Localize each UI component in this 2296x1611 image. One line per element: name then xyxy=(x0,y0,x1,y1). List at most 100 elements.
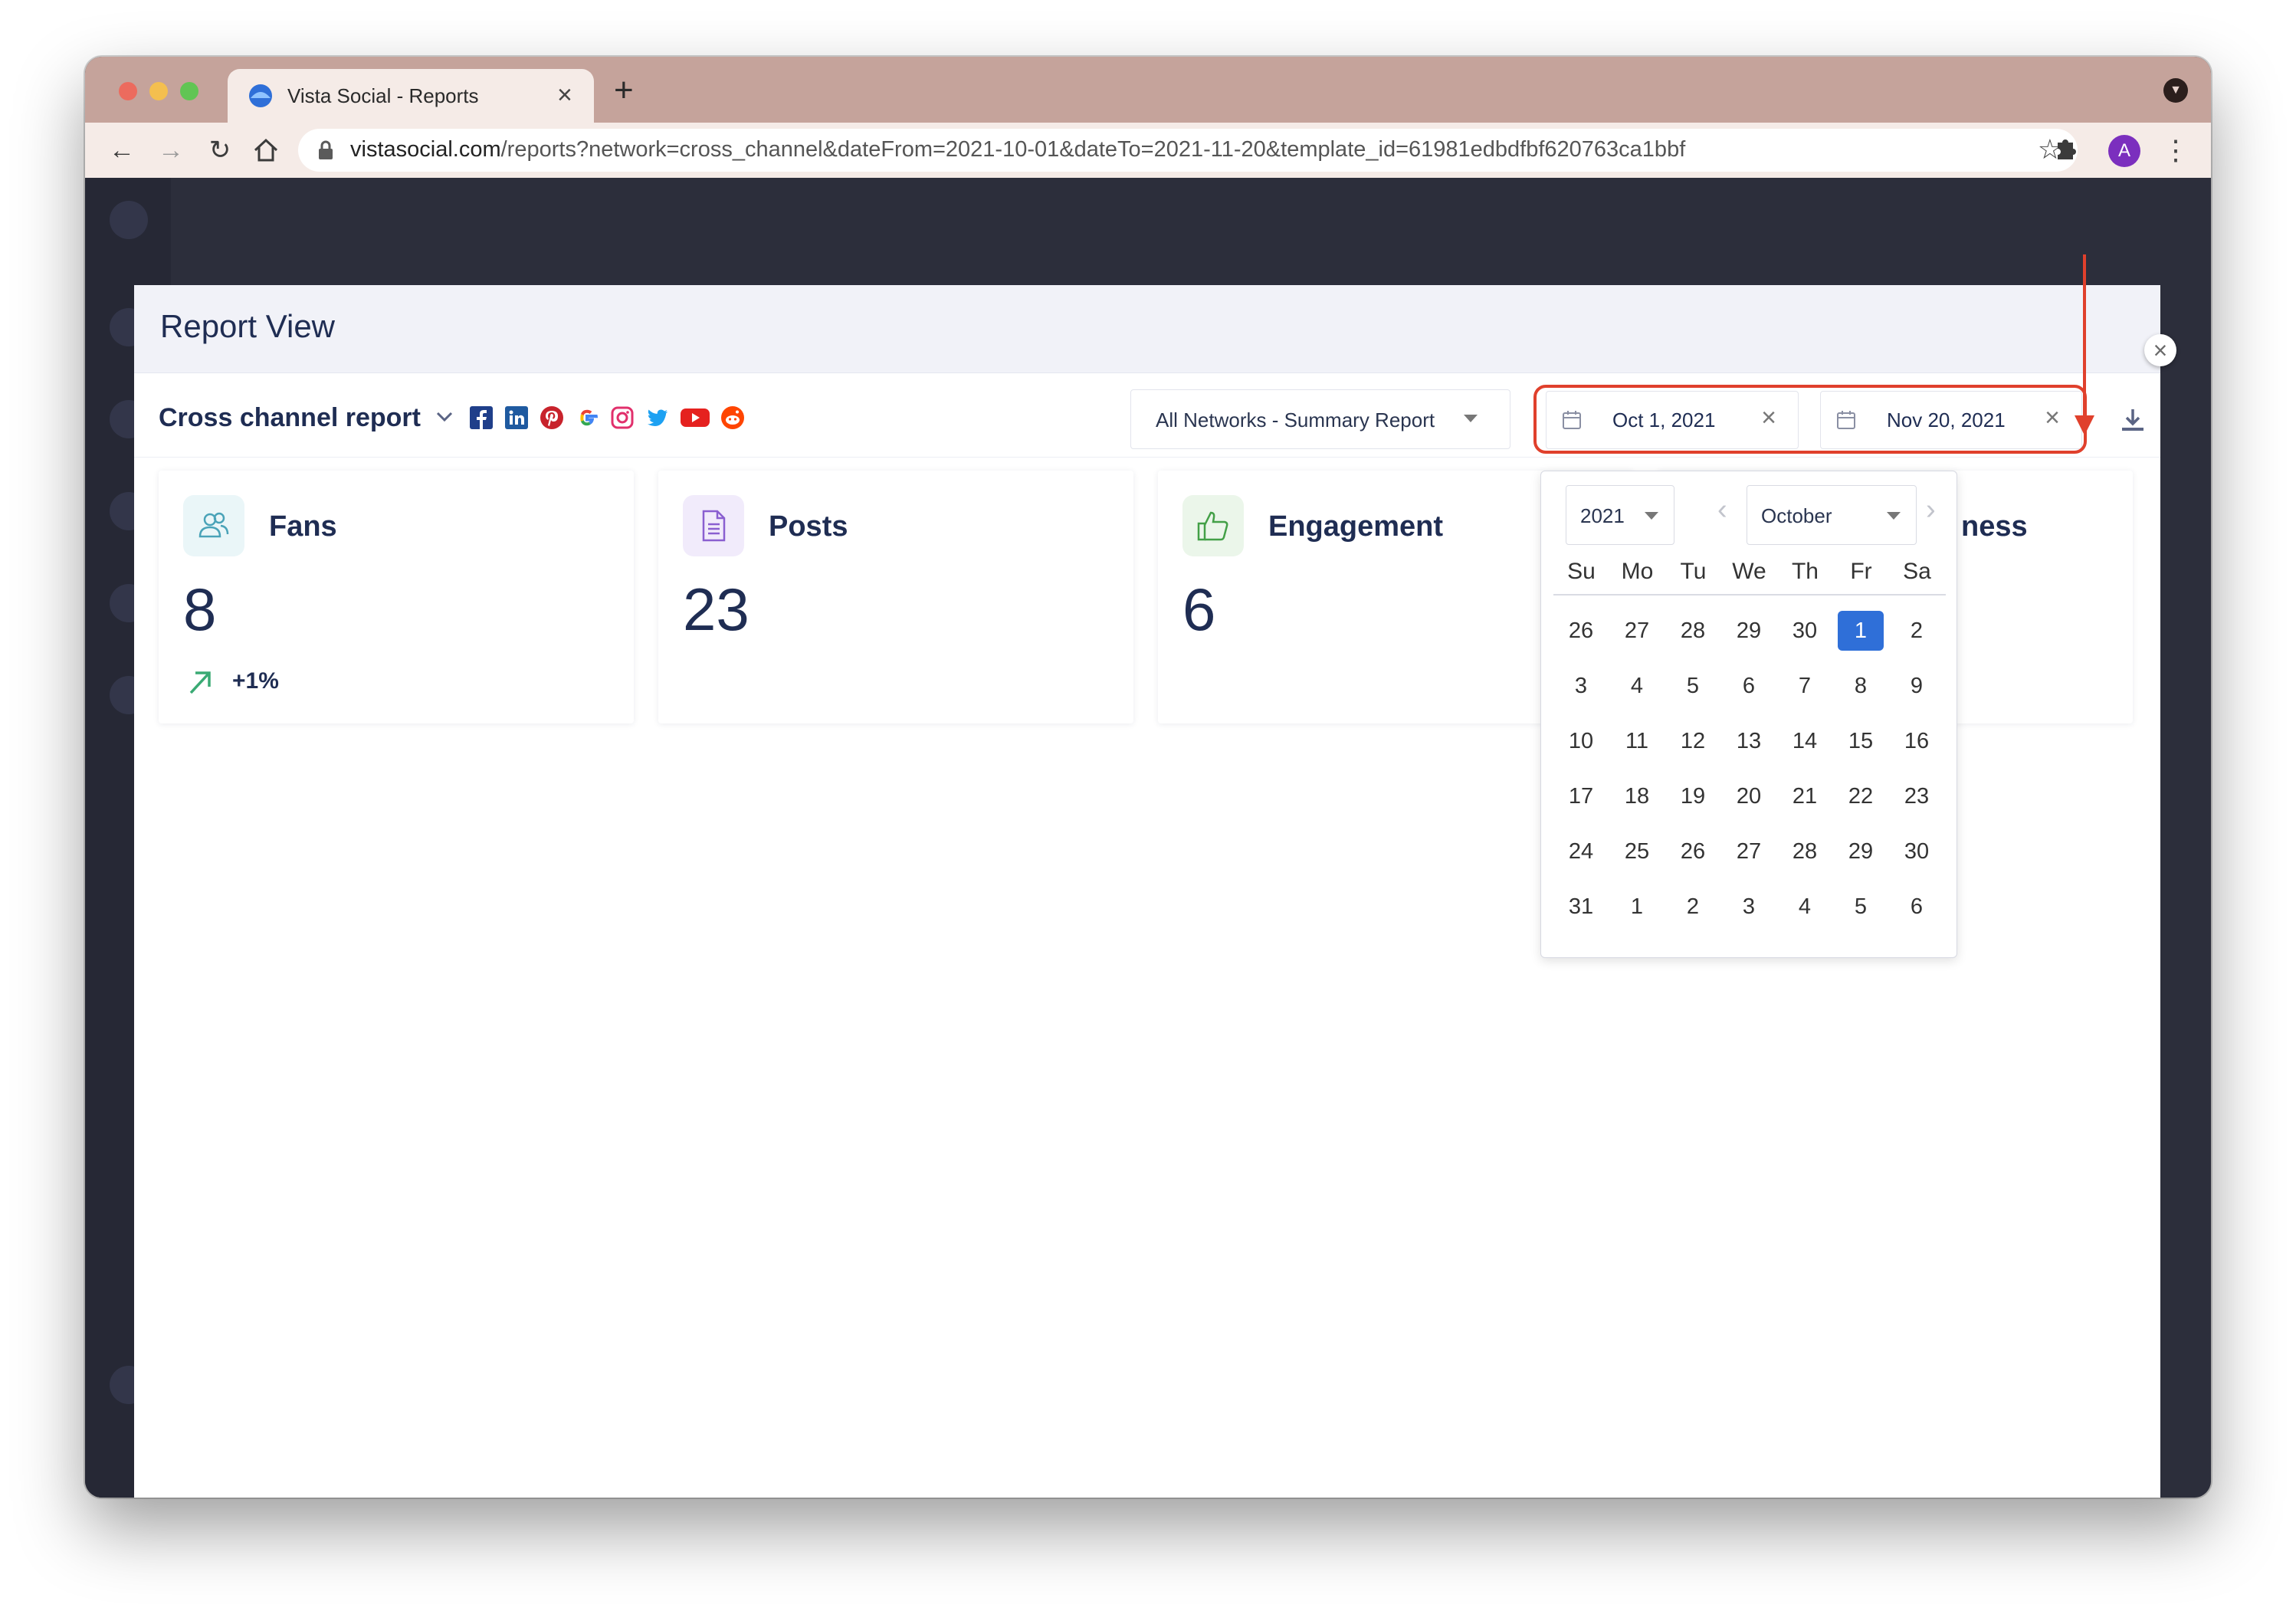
facebook-icon xyxy=(470,406,493,429)
reddit-icon xyxy=(721,406,744,429)
browser-tab[interactable]: Vista Social - Reports × xyxy=(228,69,594,123)
home-icon[interactable] xyxy=(252,136,280,164)
trend-up-arrow-icon xyxy=(189,671,211,694)
profile-avatar[interactable]: A xyxy=(2108,135,2140,167)
calendar-day[interactable]: 27 xyxy=(1726,832,1772,871)
new-tab-button[interactable]: + xyxy=(614,74,634,107)
weekday-label: Fr xyxy=(1850,559,1872,584)
document-icon xyxy=(702,510,726,542)
download-icon[interactable] xyxy=(2117,405,2148,435)
month-select[interactable]: October xyxy=(1747,485,1917,545)
weekday-label: Th xyxy=(1791,559,1819,584)
calendar-day[interactable]: 26 xyxy=(1558,611,1604,651)
network-report-select[interactable]: All Networks - Summary Report xyxy=(1130,389,1510,449)
year-select[interactable]: 2021 xyxy=(1566,485,1674,545)
caret-down-icon xyxy=(1887,512,1901,520)
browser-toolbar: ← → ↻ vistasocial.com/reports?network=cr… xyxy=(85,123,2211,178)
calendar-day[interactable]: 18 xyxy=(1614,776,1660,816)
calendar-day[interactable]: 6 xyxy=(1726,666,1772,706)
calendar-day[interactable]: 16 xyxy=(1894,721,1940,761)
calendar-day[interactable]: 29 xyxy=(1838,832,1884,871)
calendar-day[interactable]: 21 xyxy=(1782,776,1828,816)
calendar-day[interactable]: 27 xyxy=(1614,611,1660,651)
tab-search-icon[interactable]: ▼ xyxy=(2163,78,2188,103)
card-value: 6 xyxy=(1182,576,1216,643)
modal-title: Report View xyxy=(160,308,336,344)
chevron-down-icon[interactable] xyxy=(435,409,454,425)
thumbs-up-icon xyxy=(1197,511,1228,541)
calendar-day[interactable]: 22 xyxy=(1838,776,1884,816)
calendar-day[interactable]: 5 xyxy=(1670,666,1716,706)
extensions-puzzle-icon[interactable] xyxy=(2047,132,2084,169)
calendar-day[interactable]: 26 xyxy=(1670,832,1716,871)
browser-menu-icon[interactable]: ⋮ xyxy=(2162,132,2189,169)
calendar-day[interactable]: 2 xyxy=(1670,887,1716,927)
caret-down-icon xyxy=(1645,512,1658,520)
card-title: Engagement xyxy=(1268,510,1444,543)
month-select-value: October xyxy=(1761,504,1832,527)
posts-card: Posts 23 xyxy=(658,471,1133,723)
weekday-label: Tu xyxy=(1680,559,1707,584)
calendar-day[interactable]: 1 xyxy=(1614,887,1660,927)
calendar-day[interactable]: 30 xyxy=(1782,611,1828,651)
calendar-day[interactable]: 23 xyxy=(1894,776,1940,816)
calendar-day[interactable]: 25 xyxy=(1614,832,1660,871)
calendar-day[interactable]: 24 xyxy=(1558,832,1604,871)
address-bar[interactable]: vistasocial.com/reports?network=cross_ch… xyxy=(298,129,2078,172)
next-month-icon[interactable]: › xyxy=(1926,494,1936,525)
modal-close-icon[interactable]: × xyxy=(2144,334,2176,366)
date-picker-calendar: 2021 ‹ October › Su Mo Tu We Th Fr Sa 26 27 28 29… xyxy=(1540,471,1957,958)
card-value: 8 xyxy=(183,576,217,643)
weekday-label: Sa xyxy=(1903,559,1931,584)
calendar-day[interactable]: 2 xyxy=(1894,611,1940,651)
calendar-day[interactable]: 4 xyxy=(1614,666,1660,706)
calendar-day[interactable]: 11 xyxy=(1614,721,1660,761)
tab-close-icon[interactable]: × xyxy=(557,80,572,110)
calendar-day[interactable]: 28 xyxy=(1670,611,1716,651)
calendar-day[interactable]: 5 xyxy=(1838,887,1884,927)
twitter-icon xyxy=(648,409,667,426)
weekday-label: Mo xyxy=(1621,559,1654,584)
calendar-day[interactable]: 9 xyxy=(1894,666,1940,706)
card-icon-box xyxy=(1182,495,1244,556)
card-title: Posts xyxy=(769,510,848,543)
minimize-window-button[interactable] xyxy=(149,82,168,100)
forward-arrow-icon[interactable]: → xyxy=(153,132,189,169)
calendar-day[interactable]: 6 xyxy=(1894,887,1940,927)
calendar-day[interactable]: 4 xyxy=(1782,887,1828,927)
url-text: vistasocial.com/reports?network=cross_ch… xyxy=(350,137,1685,162)
calendar-day[interactable]: 15 xyxy=(1838,721,1884,761)
calendar-day[interactable]: 30 xyxy=(1894,832,1940,871)
calendar-day[interactable]: 17 xyxy=(1558,776,1604,816)
calendar-day[interactable]: 29 xyxy=(1726,611,1772,651)
calendar-day[interactable]: 31 xyxy=(1558,887,1604,927)
calendar-day[interactable]: 3 xyxy=(1558,666,1604,706)
card-title: Fans xyxy=(269,510,337,543)
vista-social-favicon-icon xyxy=(249,84,272,107)
calendar-day[interactable]: 28 xyxy=(1782,832,1828,871)
calendar-day[interactable]: 13 xyxy=(1726,721,1772,761)
calendar-day[interactable]: 14 xyxy=(1782,721,1828,761)
weekday-header: Su Mo Tu We Th Fr Sa xyxy=(1553,556,1946,596)
calendar-day[interactable]: 7 xyxy=(1782,666,1828,706)
calendar-day[interactable]: 8 xyxy=(1838,666,1884,706)
year-select-value: 2021 xyxy=(1580,504,1625,527)
card-value: 23 xyxy=(683,576,749,643)
sidebar-logo-icon xyxy=(110,201,148,239)
calendar-day[interactable]: 12 xyxy=(1670,721,1716,761)
calendar-day[interactable]: 20 xyxy=(1726,776,1772,816)
calendar-day[interactable]: 19 xyxy=(1670,776,1716,816)
lock-icon xyxy=(319,140,333,159)
browser-window: Vista Social - Reports × + ▼ ← → ↻ vista… xyxy=(85,57,2211,1498)
back-arrow-icon[interactable]: ← xyxy=(103,132,140,169)
report-name-dropdown[interactable]: Cross channel report xyxy=(159,403,421,433)
close-window-button[interactable] xyxy=(119,82,137,100)
previous-month-icon[interactable]: ‹ xyxy=(1717,494,1727,525)
reload-icon[interactable]: ↻ xyxy=(202,132,238,169)
calendar-day[interactable]: 1 xyxy=(1838,611,1884,651)
report-toolbar: Cross channel report All Networks - Summ… xyxy=(134,372,2160,458)
calendar-day[interactable]: 3 xyxy=(1726,887,1772,927)
calendar-day[interactable]: 10 xyxy=(1558,721,1604,761)
url-path: /reports?network=cross_channel&dateFrom=… xyxy=(500,137,1686,162)
maximize-window-button[interactable] xyxy=(180,82,198,100)
